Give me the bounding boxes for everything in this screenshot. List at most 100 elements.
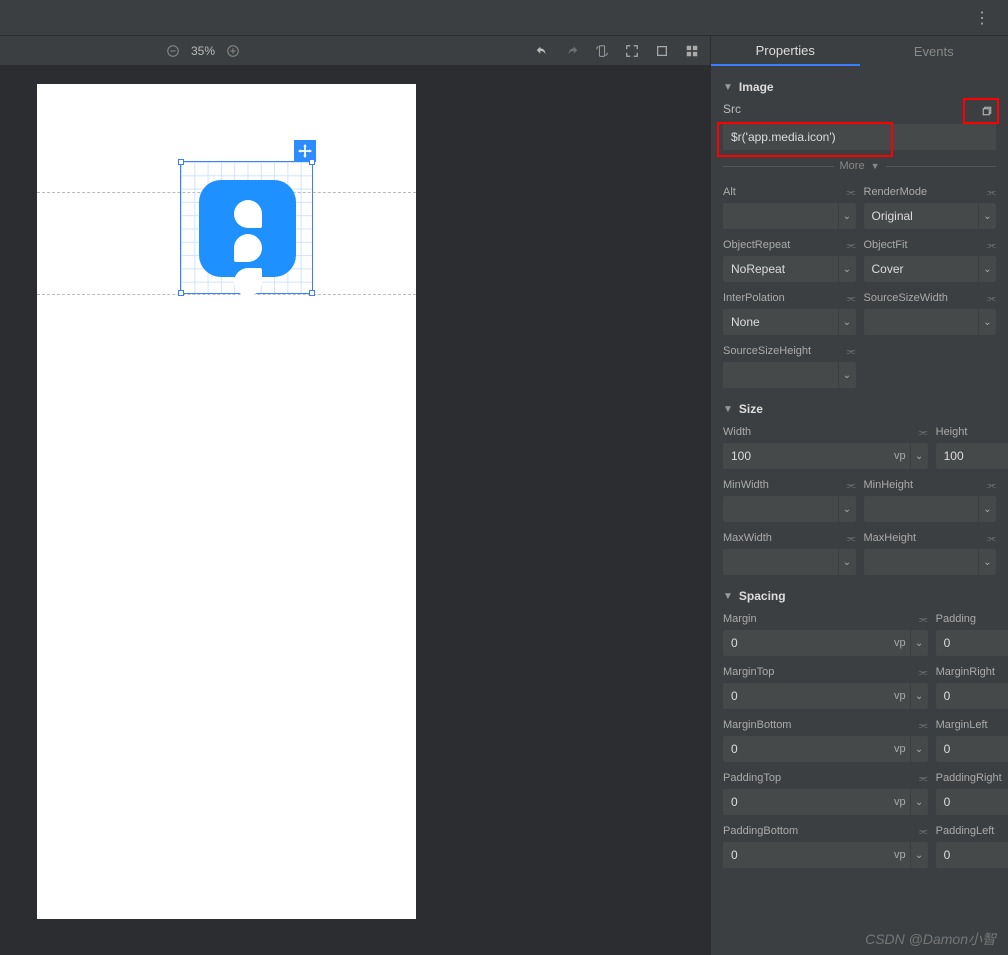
field-control[interactable]: Original⌄ <box>864 203 997 229</box>
field-control[interactable]: vp⌄ <box>936 736 1008 762</box>
field-input[interactable] <box>723 449 894 463</box>
chevron-down-icon[interactable]: ⌄ <box>978 549 996 575</box>
link-icon[interactable]: ⫘ <box>847 293 856 304</box>
more-divider[interactable]: More▼ <box>723 160 996 172</box>
field-input[interactable] <box>723 848 894 862</box>
field-control[interactable]: vp⌄ <box>723 683 928 709</box>
link-icon[interactable]: ⫘ <box>987 187 996 198</box>
chevron-down-icon[interactable]: ⌄ <box>838 496 856 522</box>
chevron-down-icon[interactable]: ⌄ <box>910 630 928 656</box>
field-control[interactable]: vp⌄ <box>723 443 928 469</box>
inspector-scroll[interactable]: ▼ Image 点击切换 Src $r('app.media.icon') Mo… <box>711 66 1008 955</box>
field-control[interactable]: None⌄ <box>723 309 856 335</box>
top-menu-bar: ⋮ <box>0 0 1008 36</box>
link-icon[interactable]: ⫘ <box>847 533 856 544</box>
field-row: InterPolation⫘ None⌄ SourceSizeWidth⫘ ⌄ <box>723 290 996 335</box>
link-icon[interactable]: ⫘ <box>987 533 996 544</box>
section-size-header[interactable]: ▼ Size <box>723 402 996 416</box>
property-field: InterPolation⫘ None⌄ <box>723 290 856 335</box>
link-icon[interactable]: ⫘ <box>919 427 928 438</box>
field-input[interactable] <box>936 742 1008 756</box>
field-control[interactable]: vp⌄ <box>936 789 1008 815</box>
field-input[interactable] <box>723 636 894 650</box>
field-control[interactable]: vp⌄ <box>723 842 928 868</box>
square-icon[interactable] <box>654 43 670 59</box>
field-input[interactable] <box>723 742 894 756</box>
more-dots-icon[interactable]: ⋮ <box>974 8 990 28</box>
field-control[interactable]: ⌄ <box>723 362 856 388</box>
field-control[interactable]: vp⌄ <box>936 443 1008 469</box>
link-icon[interactable]: ⫘ <box>987 293 996 304</box>
chevron-down-icon[interactable]: ⌄ <box>838 549 856 575</box>
field-control[interactable]: NoRepeat⌄ <box>723 256 856 282</box>
link-icon[interactable]: ⫘ <box>919 826 928 837</box>
field-control[interactable]: ⌄ <box>864 309 997 335</box>
section-image-header[interactable]: ▼ Image <box>723 80 996 94</box>
field-control[interactable]: vp⌄ <box>723 630 928 656</box>
field-control[interactable]: vp⌄ <box>936 683 1008 709</box>
property-field: SourceSizeWidth⫘ ⌄ <box>864 290 997 335</box>
chevron-down-icon[interactable]: ⌄ <box>978 309 996 335</box>
unit-suffix: vp <box>894 796 910 808</box>
chevron-down-icon[interactable]: ⌄ <box>910 443 928 469</box>
chevron-down-icon[interactable]: ⌄ <box>838 309 856 335</box>
link-icon[interactable]: ⫘ <box>919 667 928 678</box>
unit-suffix: vp <box>894 690 910 702</box>
field-control[interactable]: vp⌄ <box>936 842 1008 868</box>
field-input[interactable] <box>936 636 1008 650</box>
chevron-down-icon[interactable]: ⌄ <box>838 362 856 388</box>
property-field: PaddingTop⫘ vp⌄ <box>723 770 928 815</box>
chevron-down-icon[interactable]: ⌄ <box>978 496 996 522</box>
chevron-down-icon[interactable]: ⌄ <box>978 256 996 282</box>
property-field: MaxWidth⫘ ⌄ <box>723 530 856 575</box>
expand-icon[interactable] <box>624 43 640 59</box>
field-control[interactable]: ⌄ <box>723 549 856 575</box>
chevron-down-icon[interactable]: ⌄ <box>910 842 928 868</box>
link-icon[interactable]: ⫘ <box>919 614 928 625</box>
field-input[interactable] <box>936 449 1008 463</box>
link-icon[interactable]: ⫘ <box>919 720 928 731</box>
zoom-in-icon[interactable] <box>225 43 241 59</box>
tab-events[interactable]: Events <box>860 36 1008 66</box>
canvas-viewport[interactable] <box>0 66 710 955</box>
link-icon[interactable]: ⫘ <box>987 480 996 491</box>
undo-icon[interactable] <box>534 43 550 59</box>
field-control[interactable]: ⌄ <box>864 496 997 522</box>
link-icon[interactable]: ⫘ <box>987 240 996 251</box>
field-input[interactable] <box>723 689 894 703</box>
field-control[interactable]: ⌄ <box>864 549 997 575</box>
field-label: ObjectFit <box>864 239 908 251</box>
rotate-device-icon[interactable] <box>594 43 610 59</box>
field-control[interactable]: vp⌄ <box>936 630 1008 656</box>
selected-image[interactable] <box>180 161 313 294</box>
field-control[interactable]: vp⌄ <box>723 736 928 762</box>
link-icon[interactable]: ⫘ <box>847 480 856 491</box>
chevron-down-icon[interactable]: ⌄ <box>838 256 856 282</box>
field-input[interactable] <box>723 795 894 809</box>
zoom-out-icon[interactable] <box>165 43 181 59</box>
chevron-down-icon[interactable]: ⌄ <box>910 683 928 709</box>
unit-suffix: vp <box>894 637 910 649</box>
chevron-down-icon[interactable]: ⌄ <box>910 736 928 762</box>
field-input[interactable] <box>936 795 1008 809</box>
redo-icon[interactable] <box>564 43 580 59</box>
chevron-down-icon[interactable]: ⌄ <box>978 203 996 229</box>
field-control[interactable]: ⌄ <box>723 203 856 229</box>
grid-icon[interactable] <box>684 43 700 59</box>
chevron-down-icon[interactable]: ⌄ <box>838 203 856 229</box>
field-input[interactable] <box>936 689 1008 703</box>
artboard[interactable] <box>37 84 416 919</box>
field-input[interactable] <box>936 848 1008 862</box>
chevron-down-icon[interactable]: ⌄ <box>910 789 928 815</box>
field-control[interactable]: Cover⌄ <box>864 256 997 282</box>
link-icon[interactable]: ⫘ <box>847 187 856 198</box>
link-icon[interactable]: ⫘ <box>919 773 928 784</box>
link-icon[interactable]: ⫘ <box>847 240 856 251</box>
section-spacing-header[interactable]: ▼ Spacing <box>723 589 996 603</box>
link-icon[interactable]: ⫘ <box>847 346 856 357</box>
field-control[interactable]: ⌄ <box>723 496 856 522</box>
field-row: MaxWidth⫘ ⌄ MaxHeight⫘ ⌄ <box>723 530 996 575</box>
tab-properties[interactable]: Properties <box>711 36 860 66</box>
field-control[interactable]: vp⌄ <box>723 789 928 815</box>
property-field: Margin⫘ vp⌄ <box>723 611 928 656</box>
